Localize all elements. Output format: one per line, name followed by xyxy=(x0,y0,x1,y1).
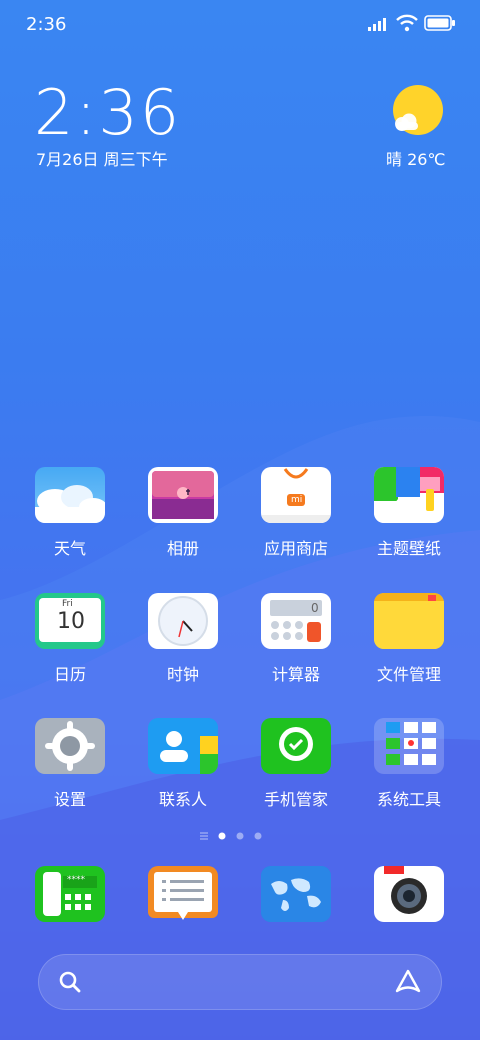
clock-icon xyxy=(148,593,218,649)
app-label: 系统工具 xyxy=(376,790,441,809)
browser-icon xyxy=(261,866,331,922)
signal-icon xyxy=(368,18,386,31)
app-settings[interactable]: 设置 xyxy=(20,718,120,810)
gallery-icon xyxy=(148,467,218,523)
app-label: 天气 xyxy=(53,539,86,558)
app-label: 设置 xyxy=(53,790,86,809)
dock-browser[interactable] xyxy=(246,866,346,922)
assistant-icon[interactable] xyxy=(394,968,422,996)
messages-icon xyxy=(148,866,218,924)
tools-folder-icon xyxy=(374,718,444,774)
app-label: 日历 xyxy=(53,665,86,684)
search-bar[interactable] xyxy=(38,954,442,1010)
settings-icon xyxy=(35,718,105,774)
app-label: 相册 xyxy=(166,539,199,558)
dock-messages[interactable] xyxy=(133,866,233,924)
calendar-day-number: 10 xyxy=(57,609,85,634)
dock-camera[interactable] xyxy=(359,866,459,922)
weather-text: 晴 26℃ xyxy=(386,150,446,169)
app-label: 主题壁纸 xyxy=(376,539,441,558)
app-store-icon: mi xyxy=(261,467,331,523)
clock-widget-time[interactable]: 2:36 xyxy=(34,76,181,149)
phone-icon: **** xyxy=(35,866,105,922)
app-calculator[interactable]: 0 计算器 xyxy=(246,593,346,685)
app-label: 计算器 xyxy=(271,665,320,684)
app-clock[interactable]: 时钟 xyxy=(133,593,233,685)
calculator-icon: 0 xyxy=(261,593,331,649)
themes-icon xyxy=(374,467,444,523)
contacts-icon xyxy=(148,718,218,774)
app-themes[interactable]: 主题壁纸 xyxy=(359,467,459,559)
phone-display-text: **** xyxy=(67,875,85,885)
file-manager-icon xyxy=(374,593,444,649)
wifi-icon xyxy=(396,14,418,32)
store-badge-text: mi xyxy=(291,495,303,505)
sunny-weather-icon[interactable] xyxy=(390,84,444,138)
dock-phone[interactable]: **** xyxy=(20,866,120,922)
app-label: 应用商店 xyxy=(263,539,328,558)
battery-icon xyxy=(424,15,455,31)
app-label: 手机管家 xyxy=(263,790,328,809)
app-security[interactable]: 手机管家 xyxy=(246,718,346,810)
app-label: 时钟 xyxy=(166,665,199,684)
page-indicator[interactable] xyxy=(198,830,278,842)
app-gallery[interactable]: 相册 xyxy=(133,467,233,559)
app-label: 联系人 xyxy=(158,790,207,809)
calendar-icon: Fri 10 xyxy=(35,593,105,649)
app-calendar[interactable]: Fri 10 日历 xyxy=(20,593,120,685)
app-file-manager[interactable]: 文件管理 xyxy=(359,593,459,685)
status-bar: 2:36 xyxy=(0,0,480,50)
clock-widget-date: 7月26日 周三下午 xyxy=(36,150,168,169)
folder-system-tools[interactable]: 系统工具 xyxy=(359,718,459,810)
search-icon[interactable] xyxy=(58,970,82,994)
security-icon xyxy=(261,718,331,774)
app-store[interactable]: mi 应用商店 xyxy=(246,467,346,559)
calendar-day-name: Fri xyxy=(62,599,73,609)
status-time: 2:36 xyxy=(26,14,67,35)
app-weather[interactable]: 天气 xyxy=(20,467,120,559)
weather-icon xyxy=(35,467,105,523)
app-label: 文件管理 xyxy=(376,665,441,684)
app-contacts[interactable]: 联系人 xyxy=(133,718,233,810)
camera-icon xyxy=(374,866,444,922)
